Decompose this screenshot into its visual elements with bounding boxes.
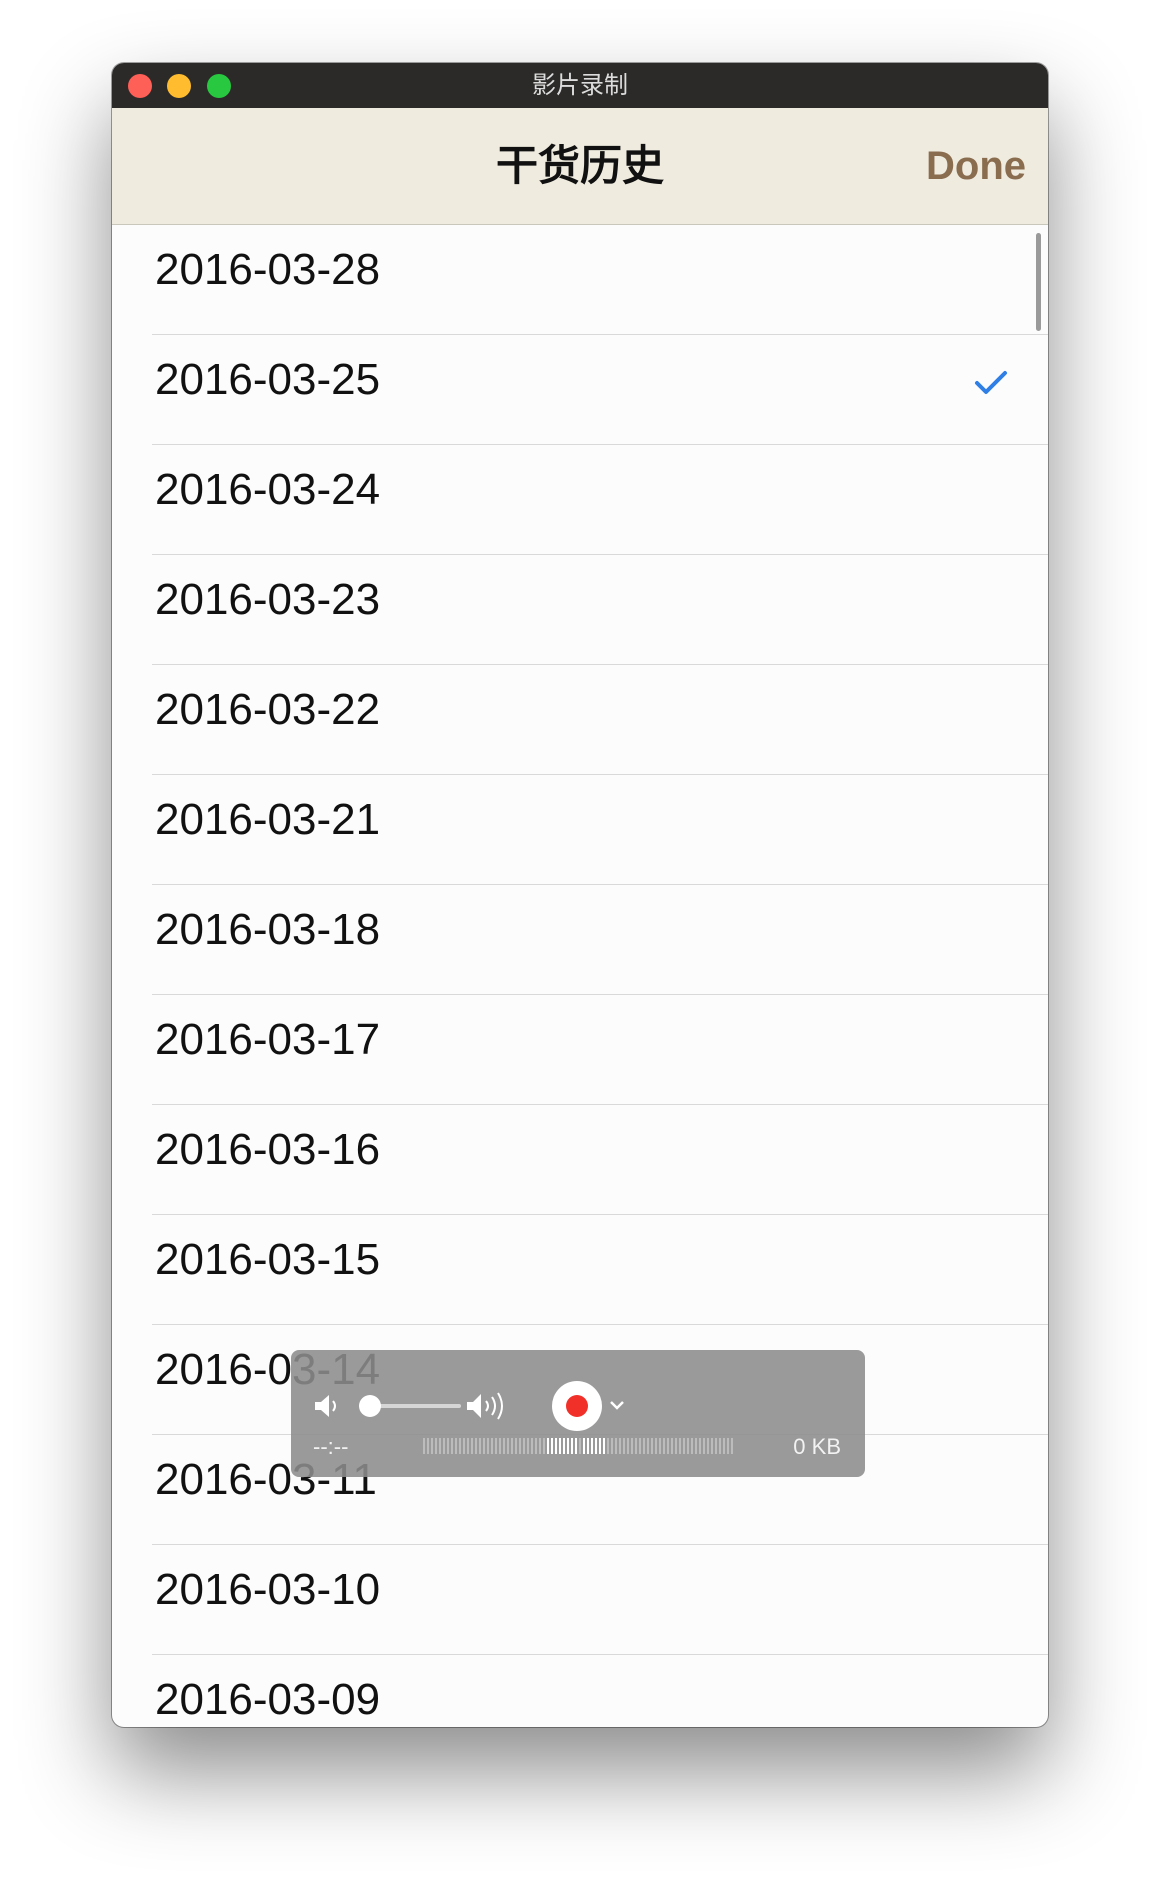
scrollbar[interactable] (1036, 233, 1041, 331)
list-item-label: 2016-03-22 (155, 685, 381, 734)
speaker-low-icon (315, 1395, 336, 1417)
list-item[interactable]: 2016-03-18 (152, 885, 1048, 995)
list-item-label: 2016-03-21 (155, 795, 381, 844)
title-bar: 影片录制 (112, 63, 1048, 109)
record-icon (566, 1395, 588, 1417)
list-item[interactable]: 2016-03-22 (152, 665, 1048, 775)
list-item[interactable]: 2016-03-21 (152, 775, 1048, 885)
speaker-high-icon (467, 1392, 503, 1420)
volume-slider-knob[interactable] (359, 1395, 381, 1417)
list-item-label: 2016-03-10 (155, 1565, 381, 1614)
list-item-label: 2016-03-28 (155, 245, 381, 294)
elapsed-time: --:-- (313, 1434, 349, 1459)
chevron-down-icon[interactable] (609, 1398, 625, 1412)
recording-controls: --:-- 0 KB (291, 1350, 865, 1477)
list-item-label: 2016-03-15 (155, 1235, 381, 1284)
list-item[interactable]: 2016-03-25 (152, 335, 1048, 445)
navigation-bar: 干货历史 Done (112, 108, 1048, 225)
list-item-label: 2016-03-24 (155, 465, 381, 514)
list-item[interactable]: 2016-03-23 (152, 555, 1048, 665)
list-item[interactable]: 2016-03-09 (152, 1655, 1048, 1727)
list-item[interactable]: 2016-03-17 (152, 995, 1048, 1105)
list-item-label: 2016-03-18 (155, 905, 381, 954)
list-item[interactable]: 2016-03-28 (152, 225, 1048, 335)
list-item-label: 2016-03-16 (155, 1125, 381, 1174)
list-item[interactable]: 2016-03-10 (152, 1545, 1048, 1655)
record-button[interactable] (552, 1381, 602, 1431)
list-item-label: 2016-03-17 (155, 1015, 381, 1064)
done-button[interactable]: Done (926, 108, 1026, 224)
checkmark-icon (975, 371, 1007, 394)
audio-level-meter (423, 1438, 733, 1454)
page-title: 干货历史 (495, 142, 664, 189)
list-item-label: 2016-03-25 (155, 355, 381, 404)
volume-slider-track[interactable] (371, 1404, 461, 1408)
recording-window: 影片录制 干货历史 Done 2016-03-28 2016-03-25 201… (112, 63, 1048, 1727)
list-item-label: 2016-03-09 (155, 1675, 381, 1724)
list-item[interactable]: 2016-03-15 (152, 1215, 1048, 1325)
date-list[interactable]: 2016-03-28 2016-03-25 2016-03-24 2016-03… (112, 225, 1048, 1727)
file-size: 0 KB (793, 1434, 841, 1459)
list-item[interactable]: 2016-03-16 (152, 1105, 1048, 1215)
list-item[interactable]: 2016-03-24 (152, 445, 1048, 555)
window-title: 影片录制 (532, 72, 628, 99)
list-item-label: 2016-03-23 (155, 575, 381, 624)
